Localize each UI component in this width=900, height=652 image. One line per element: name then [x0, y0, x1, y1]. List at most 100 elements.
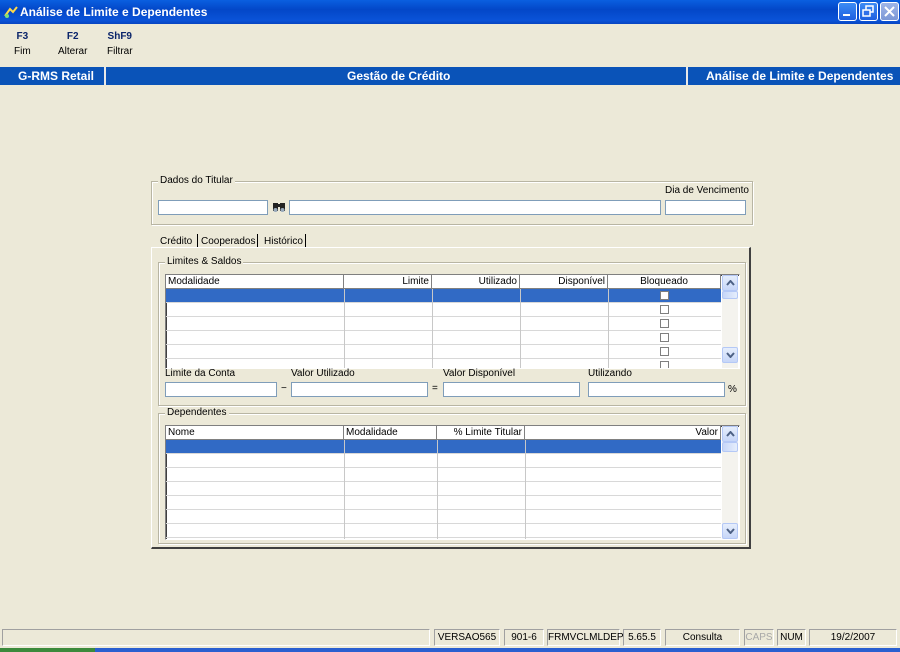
fim-key: F3	[16, 31, 29, 42]
filtrar-label: Filtrar	[107, 46, 133, 57]
minimize-button[interactable]	[838, 2, 857, 21]
header-band: G-RMS Retail Gestão de Crédito Análise d…	[0, 67, 900, 85]
tab-credito-label: Crédito	[160, 236, 193, 247]
limite-conta-input[interactable]	[165, 382, 277, 397]
tab-historico-label: Histórico	[264, 236, 303, 247]
status-version: VERSAO565	[434, 629, 500, 646]
status-message	[2, 629, 430, 646]
scroll-thumb[interactable]	[722, 291, 738, 299]
dependents-grid-header: Nome Modalidade % Limite Titular Valor	[166, 426, 721, 440]
col-valor[interactable]: Valor	[525, 426, 721, 439]
header-divider	[104, 67, 106, 85]
percent-sign: %	[728, 384, 737, 395]
status-code: 901-6	[504, 629, 544, 646]
tab-divider	[257, 234, 258, 248]
filtrar-button[interactable]: ShF9 Filtrar	[107, 31, 133, 57]
table-row[interactable]	[166, 303, 721, 317]
dependents-grid[interactable]: Nome Modalidade % Limite Titular Valor	[165, 425, 740, 540]
due-day-input[interactable]	[665, 200, 746, 215]
col-dep-modalidade[interactable]: Modalidade	[344, 426, 437, 439]
chevron-up-icon	[726, 280, 735, 286]
grid-line	[525, 440, 526, 539]
scroll-thumb[interactable]	[722, 442, 738, 452]
col-bloqueado[interactable]: Bloqueado	[608, 275, 721, 288]
limits-grid-header: Modalidade Limite Utilizado Disponível B…	[166, 275, 721, 289]
screen-name: Análise de Limite e Dependentes	[706, 69, 894, 83]
table-row[interactable]	[166, 454, 721, 468]
bloqueado-checkbox[interactable]	[660, 333, 669, 342]
table-row[interactable]	[166, 345, 721, 359]
col-disponivel[interactable]: Disponível	[520, 275, 608, 288]
grid-line	[344, 289, 345, 368]
table-row[interactable]	[166, 510, 721, 524]
table-row[interactable]	[166, 289, 721, 303]
table-row[interactable]	[166, 440, 721, 454]
close-icon	[884, 6, 895, 17]
app-name: G-RMS Retail	[18, 69, 95, 83]
scroll-up-button[interactable]	[722, 426, 738, 442]
close-button[interactable]	[880, 2, 899, 21]
table-row[interactable]	[166, 524, 721, 538]
binoculars-icon	[273, 203, 285, 212]
bloqueado-checkbox[interactable]	[660, 319, 669, 328]
valor-utilizado-input[interactable]	[291, 382, 428, 397]
col-limite-titular[interactable]: % Limite Titular	[437, 426, 525, 439]
grid-line	[344, 440, 345, 539]
dependents-scrollbar[interactable]	[722, 426, 738, 539]
col-utilizado[interactable]: Utilizado	[432, 275, 520, 288]
dependents-legend: Dependentes	[165, 407, 229, 418]
titular-name-input[interactable]	[289, 200, 661, 215]
alterar-label: Alterar	[58, 46, 88, 57]
table-row[interactable]	[166, 496, 721, 510]
limits-grid[interactable]: Modalidade Limite Utilizado Disponível B…	[165, 274, 740, 369]
utilizando-label: Utilizando	[588, 368, 632, 379]
limits-scrollbar[interactable]	[722, 275, 738, 368]
title-bar: Análise de Limite e Dependentes	[0, 0, 900, 24]
titular-code-input[interactable]	[158, 200, 268, 215]
table-row[interactable]	[166, 482, 721, 496]
app-icon	[4, 6, 18, 18]
fim-button[interactable]: F3 Fim	[14, 31, 31, 57]
chevron-up-icon	[726, 431, 735, 437]
alterar-key: F2	[66, 31, 79, 42]
utilizando-input[interactable]	[588, 382, 725, 397]
chevron-down-icon	[726, 352, 735, 358]
due-day-label: Dia de Vencimento	[665, 185, 749, 196]
minimize-icon	[843, 14, 850, 16]
table-row[interactable]	[166, 317, 721, 331]
col-limite[interactable]: Limite	[344, 275, 432, 288]
chevron-down-icon	[726, 528, 735, 534]
tab-divider	[305, 234, 306, 248]
bloqueado-checkbox[interactable]	[660, 291, 669, 300]
status-mode: Consulta	[665, 629, 740, 646]
search-titular-button[interactable]	[271, 199, 287, 215]
limits-legend: Limites & Saldos	[165, 256, 244, 267]
bloqueado-checkbox[interactable]	[660, 347, 669, 356]
col-modalidade[interactable]: Modalidade	[166, 275, 344, 288]
restore-button[interactable]	[859, 2, 878, 21]
col-nome[interactable]: Nome	[166, 426, 344, 439]
titular-legend: Dados do Titular	[158, 175, 235, 186]
header-divider	[686, 67, 688, 85]
status-build: 5.65.5	[623, 629, 661, 646]
table-row[interactable]	[166, 468, 721, 482]
status-bar: VERSAO565 901-6 FRMVCLMLDEP 5.65.5 Consu…	[0, 627, 900, 648]
tab-cooperados-label: Cooperados	[201, 236, 256, 247]
status-caps: CAPS	[744, 629, 774, 646]
table-row[interactable]	[166, 331, 721, 345]
scroll-down-button[interactable]	[722, 347, 738, 363]
fim-label: Fim	[14, 46, 31, 57]
status-form: FRMVCLMLDEP	[547, 629, 624, 646]
restore-icon	[862, 5, 874, 17]
equals-sign: =	[432, 383, 438, 394]
scroll-down-button[interactable]	[722, 523, 738, 539]
bloqueado-checkbox[interactable]	[660, 361, 669, 368]
bloqueado-checkbox[interactable]	[660, 305, 669, 314]
grid-line	[520, 289, 521, 368]
valor-disponivel-input[interactable]	[443, 382, 580, 397]
valor-disponivel-label: Valor Disponível	[443, 368, 516, 379]
filtrar-key: ShF9	[107, 31, 132, 42]
alterar-button[interactable]: F2 Alterar	[58, 31, 87, 57]
limite-conta-label: Limite da Conta	[165, 368, 236, 379]
scroll-up-button[interactable]	[722, 275, 738, 291]
